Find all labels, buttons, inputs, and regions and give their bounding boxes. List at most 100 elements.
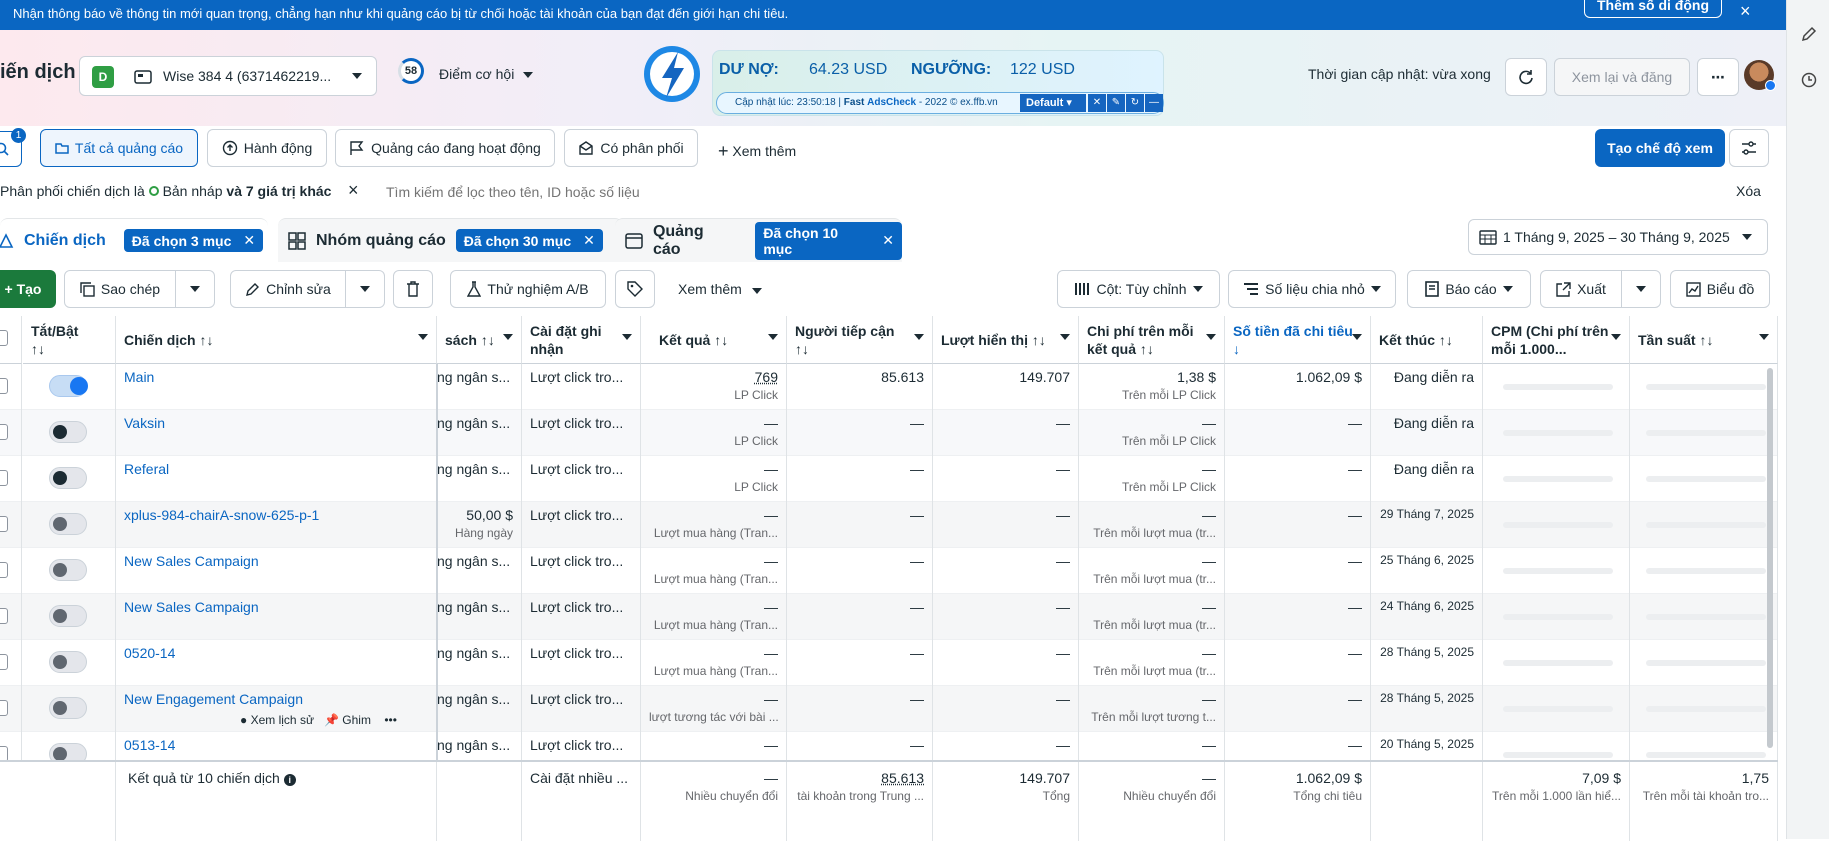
campaign-toggle[interactable] <box>49 467 87 489</box>
campaign-toggle[interactable] <box>49 605 87 627</box>
campaign-name-link[interactable]: New Sales Campaign <box>124 553 259 569</box>
tab-adsets[interactable]: Nhóm quảng cáo Đã chọn 30 mục ✕ <box>278 218 623 262</box>
campaign-name-link[interactable]: 0513-14 <box>124 737 175 753</box>
refresh-button[interactable] <box>1505 58 1547 96</box>
campaign-toggle[interactable] <box>49 697 87 719</box>
edit-button[interactable]: Chỉnh sửa <box>230 270 346 308</box>
table-row[interactable]: Main ng ngân s... Lượt click tro... 769 LP C… <box>0 364 1778 410</box>
table-row[interactable]: 0520-14 ng ngân s... Lượt click tro... — Lượ… <box>0 640 1778 686</box>
active-ads-button[interactable]: Quảng cáo đang hoạt động <box>335 129 555 167</box>
column-header-frequency[interactable]: Tần suất ↑↓ <box>1630 316 1778 364</box>
column-header-cpm[interactable]: CPM (Chi phí trên mỗi 1.000... <box>1483 316 1630 364</box>
account-selector[interactable]: D Wise 384 4 (6371462219... <box>79 56 377 96</box>
row-checkbox[interactable] <box>0 424 8 440</box>
campaign-toggle[interactable] <box>49 651 87 673</box>
column-header-toggle[interactable]: Tắt/Bật ↑↓ <box>23 316 116 364</box>
all-ads-button[interactable]: Tất cả quảng cáo <box>40 129 198 167</box>
campaign-name-link[interactable]: New Engagement Campaign <box>124 691 303 707</box>
select-all-checkbox[interactable] <box>0 330 8 346</box>
distributed-button[interactable]: Có phân phối <box>564 129 698 167</box>
close-icon[interactable]: × <box>348 180 359 201</box>
expand-icon[interactable]: ✕ <box>1088 94 1106 112</box>
close-icon[interactable]: ✕ <box>882 232 894 249</box>
info-icon[interactable]: i <box>283 774 296 786</box>
campaign-toggle[interactable] <box>49 559 87 581</box>
column-header-amount-spent[interactable]: Số tiền đã chi tiêu ↓ <box>1225 316 1371 364</box>
export-button[interactable]: Xuất <box>1540 270 1622 308</box>
opportunity-label[interactable]: Điểm cơ hội <box>439 66 514 82</box>
add-phone-button[interactable]: Thêm số di động <box>1584 0 1722 18</box>
history-link[interactable]: Xem lịch sử <box>251 713 314 727</box>
table-row[interactable]: New Sales Campaign ng ngân s... Lượt click… <box>0 594 1778 640</box>
search-input[interactable] <box>386 181 1286 203</box>
edit-dropdown[interactable] <box>345 270 385 308</box>
tab-ads[interactable]: Quảng cáo Đã chọn 10 mục ✕ <box>615 218 902 262</box>
close-icon[interactable]: ✕ <box>583 232 595 249</box>
row-checkbox[interactable] <box>0 516 8 532</box>
see-more-dropdown[interactable]: Xem thêm <box>678 281 762 297</box>
tag-button[interactable] <box>615 270 655 308</box>
column-header-results[interactable]: Kết quả ↑↓ <box>641 316 787 364</box>
row-checkbox[interactable] <box>0 378 8 394</box>
reports-button[interactable]: Báo cáo <box>1407 270 1531 308</box>
row-checkbox[interactable] <box>0 608 8 624</box>
campaign-name-link[interactable]: Referal <box>124 461 169 477</box>
table-row[interactable]: xplus-984-chairA-snow-625-p-1 50,00 $ Hàng… <box>0 502 1778 548</box>
breakdown-button[interactable]: Số liệu chia nhỏ <box>1228 270 1396 308</box>
settings-button[interactable] <box>1729 129 1769 167</box>
column-header-budget[interactable]: sách ↑↓ <box>437 316 522 364</box>
delete-button[interactable] <box>393 270 433 308</box>
tab-campaigns[interactable]: Chiến dịch Đã chọn 3 mục ✕ <box>0 218 268 262</box>
table-row[interactable]: Referal ng ngân s... Lượt click tro... — LP … <box>0 456 1778 502</box>
clear-filter-link[interactable]: Xóa <box>1736 183 1761 199</box>
column-header-cost-per-result[interactable]: Chi phí trên mỗi kết quả ↑↓ <box>1079 316 1225 364</box>
export-dropdown[interactable] <box>1621 270 1661 308</box>
copy-button[interactable]: Sao chép <box>64 270 176 308</box>
column-header-impressions[interactable]: Lượt hiển thị ↑↓ <box>933 316 1079 364</box>
row-checkbox[interactable] <box>0 562 8 578</box>
table-row[interactable]: New Engagement Campaign ● Xem lịch sử 📌 G… <box>0 686 1778 732</box>
selection-chip[interactable]: Đã chọn 3 mục ✕ <box>123 229 264 252</box>
campaign-name-link[interactable]: Main <box>124 369 154 385</box>
minimize-icon[interactable]: — <box>1145 94 1163 112</box>
table-row[interactable]: New Sales Campaign ng ngân s... Lượt click… <box>0 548 1778 594</box>
campaign-name-link[interactable]: New Sales Campaign <box>124 599 259 615</box>
campaign-name-link[interactable]: Vaksin <box>124 415 165 431</box>
campaign-name-link[interactable]: xplus-984-chairA-snow-625-p-1 <box>124 507 319 523</box>
selection-chip[interactable]: Đã chọn 30 mục ✕ <box>455 229 603 252</box>
ab-test-button[interactable]: Thử nghiệm A/B <box>450 270 606 308</box>
active-filter[interactable]: Phân phối chiến dịch là Bản nháp và 7 gi… <box>0 183 331 199</box>
table-row[interactable]: Vaksin ng ngân s... Lượt click tro... — LP C… <box>0 410 1778 456</box>
edit-icon[interactable]: ✎ <box>1107 94 1125 112</box>
copy-dropdown[interactable] <box>175 270 215 308</box>
see-more-link[interactable]: + Xem thêm <box>718 140 796 161</box>
row-checkbox[interactable] <box>0 700 8 716</box>
close-icon[interactable]: ✕ <box>243 232 255 249</box>
review-publish-button[interactable]: Xem lại và đăng <box>1554 58 1690 96</box>
close-icon[interactable]: × <box>1740 1 1751 22</box>
campaign-toggle[interactable] <box>49 375 88 397</box>
chart-button[interactable]: Biểu đồ <box>1670 270 1770 308</box>
more-options-icon[interactable]: ••• <box>384 713 397 727</box>
campaign-name-link[interactable]: 0520-14 <box>124 645 175 661</box>
chevron-down-icon[interactable] <box>523 72 533 78</box>
campaign-toggle[interactable] <box>49 513 87 535</box>
create-view-button[interactable]: Tạo chế độ xem <box>1595 129 1725 167</box>
column-header-attribution[interactable]: Cài đặt ghi nhận <box>522 316 641 364</box>
more-button[interactable]: ⋯ <box>1697 58 1739 96</box>
column-header-campaign[interactable]: Chiến dịch ↑↓ <box>116 316 437 364</box>
columns-button[interactable]: Cột: Tùy chỉnh <box>1057 270 1220 308</box>
mode-select[interactable]: Default ▾ <box>1020 94 1086 112</box>
selection-chip[interactable]: Đã chọn 10 mục ✕ <box>755 221 902 260</box>
refresh-icon[interactable]: ↻ <box>1126 94 1144 112</box>
clock-icon[interactable] <box>1801 72 1817 88</box>
row-checkbox[interactable] <box>0 470 8 486</box>
edit-icon[interactable] <box>1801 26 1817 42</box>
create-button[interactable]: + Tạo <box>0 270 56 308</box>
column-header-reach[interactable]: Người tiếp cận ↑↓ <box>787 316 933 364</box>
vertical-scrollbar[interactable] <box>1767 368 1773 748</box>
date-range-picker[interactable]: 1 Tháng 9, 2025 – 30 Tháng 9, 2025 <box>1468 219 1768 255</box>
pin-link[interactable]: Ghim <box>342 713 371 727</box>
actions-button[interactable]: Hành động <box>207 129 327 167</box>
campaign-toggle[interactable] <box>49 421 87 443</box>
